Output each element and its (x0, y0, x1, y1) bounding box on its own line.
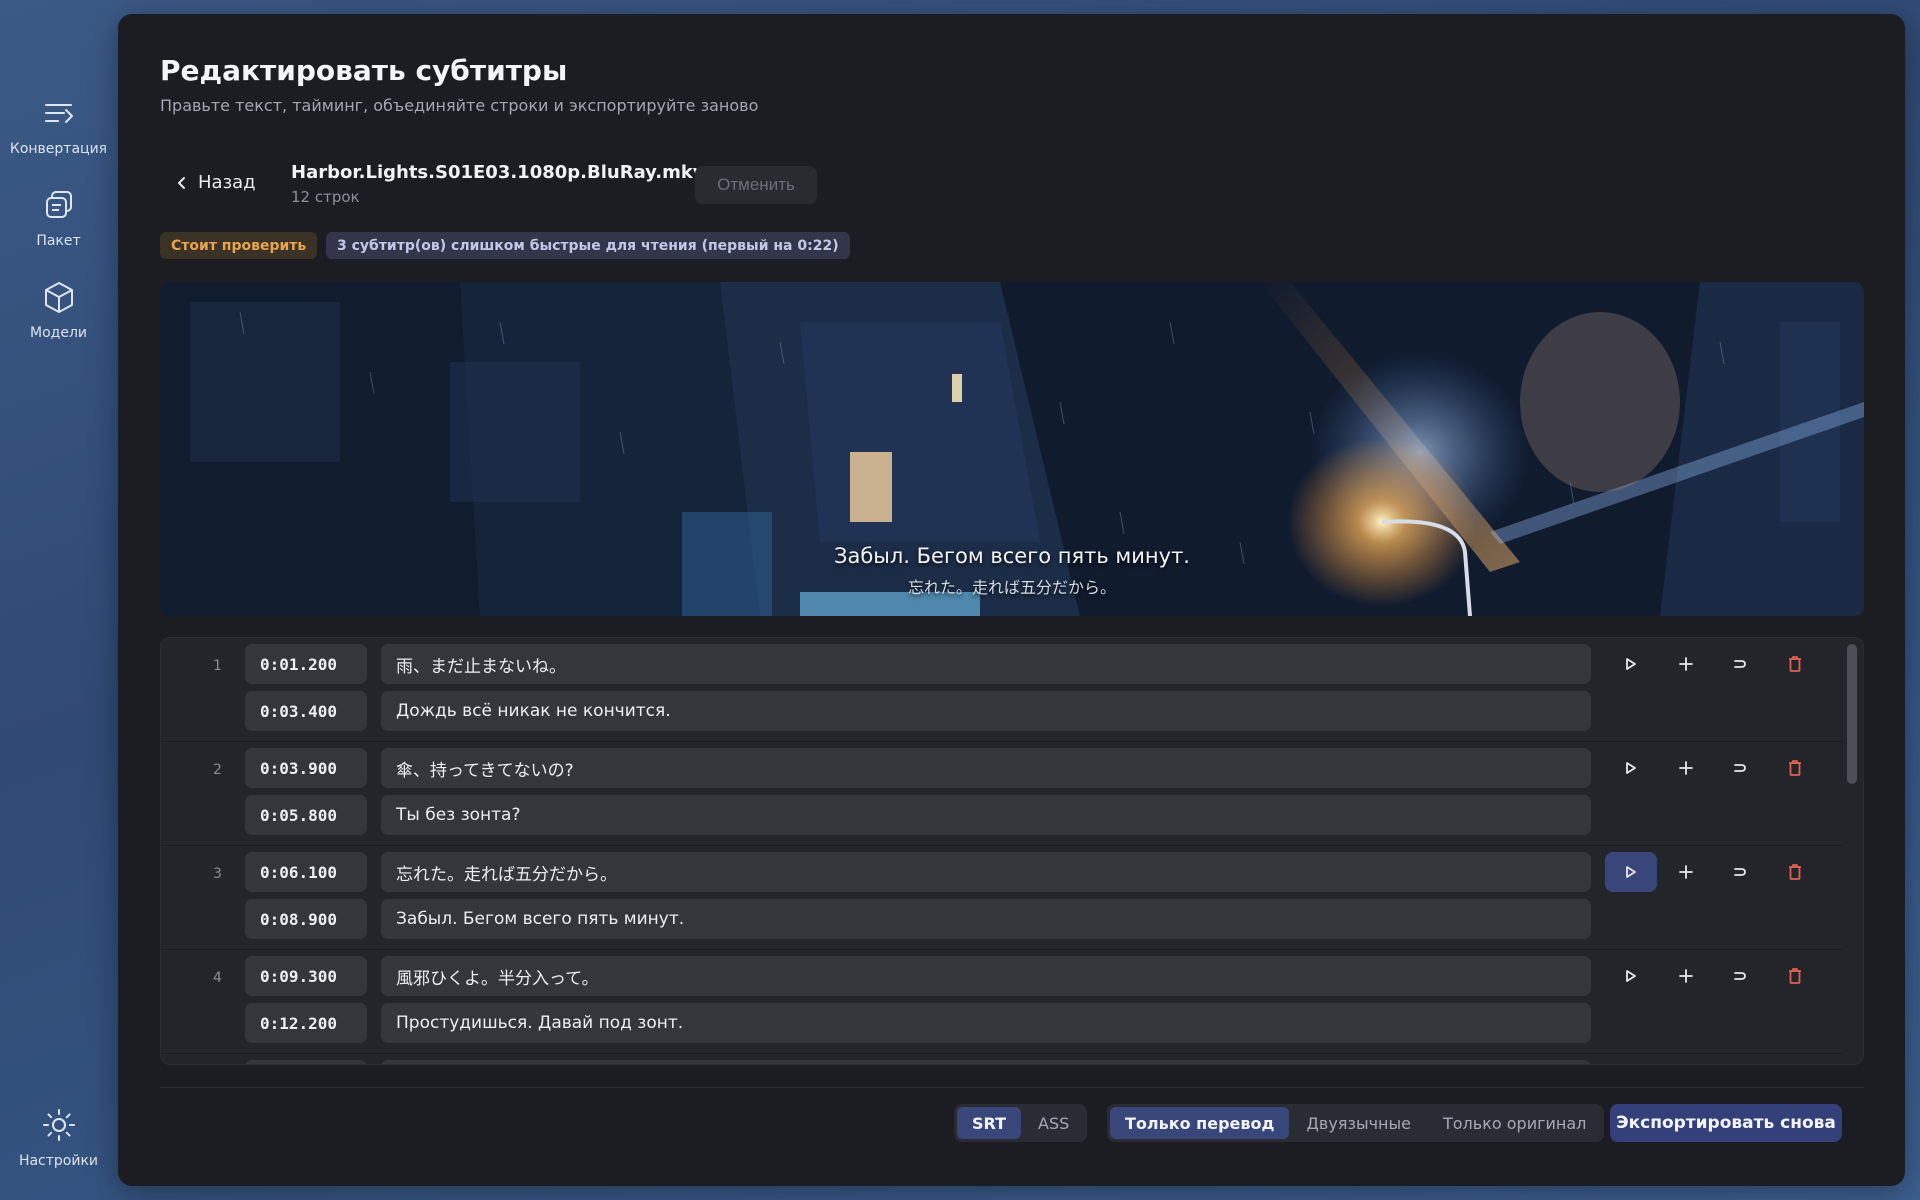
row-number: 3 (213, 866, 222, 882)
delete-row-button[interactable] (1769, 644, 1821, 684)
format-option-ass[interactable]: ASS (1023, 1107, 1084, 1139)
sidebar-item-label: Пакет (36, 233, 81, 249)
undo-button[interactable]: Отменить (695, 166, 817, 204)
merge-icon (1734, 764, 1746, 772)
convert-icon (44, 104, 73, 123)
original-text-input[interactable]: 傘、持ってきてないの? (381, 748, 1591, 788)
back-button[interactable]: Назад (176, 172, 256, 193)
merge-next-button[interactable] (1714, 956, 1766, 996)
sidebar-item-batch[interactable]: Пакет (0, 188, 117, 249)
preview-subtitle-translation: Забыл. Бегом всего пять минут. (834, 544, 1190, 568)
insert-row-button[interactable] (1660, 748, 1712, 788)
batch-icon (45, 191, 72, 218)
translation-text-input[interactable]: Дождь всё никак не кончится. (381, 691, 1591, 731)
translation-text-input[interactable]: Ты без зонта? (381, 795, 1591, 835)
sidebar-item-models[interactable]: Модели (0, 280, 117, 341)
play-icon (1626, 866, 1636, 878)
back-label: Назад (198, 172, 256, 193)
translation-text-input[interactable]: Простудишься. Давай под зонт. (381, 1003, 1591, 1043)
sidebar-item-convert[interactable]: Конвертация (0, 96, 117, 157)
sidebar-item-settings[interactable]: Настройки (0, 1108, 117, 1169)
translation-text-input[interactable]: Забыл. Бегом всего пять минут. (381, 899, 1591, 939)
page-subtitle: Правьте текст, тайминг, объединяйте стро… (160, 96, 759, 115)
play-icon (1626, 970, 1636, 982)
start-time-input[interactable]: 0:09.300 (245, 956, 367, 996)
subtitle-row: 1 0:01.200 0:03.400 雨、まだ止まないね。 Дождь всё… (161, 638, 1843, 742)
merge-next-button[interactable] (1714, 852, 1766, 892)
sidebar-item-label: Модели (30, 325, 87, 341)
merge-next-button[interactable] (1714, 644, 1766, 684)
divider (160, 1087, 1864, 1088)
plus-icon (1679, 865, 1693, 879)
play-button[interactable] (1605, 852, 1657, 892)
delete-row-button[interactable] (1769, 956, 1821, 996)
play-button[interactable] (1605, 748, 1657, 788)
delete-row-button[interactable] (1769, 748, 1821, 788)
plus-icon (1679, 657, 1693, 671)
reading-speed-warning: 3 субтитр(ов) слишком быстрые для чтения… (326, 232, 850, 259)
play-icon (1626, 658, 1636, 670)
row-number: 4 (213, 970, 222, 986)
mode-option-bilingual[interactable]: Двуязычные (1291, 1107, 1426, 1139)
row-number: 1 (213, 658, 222, 674)
subtitle-list: 1 0:01.200 0:03.400 雨、まだ止まないね。 Дождь всё… (160, 637, 1864, 1065)
mode-selector: Только перевод Двуязычные Только оригина… (1107, 1104, 1605, 1142)
plus-icon (1679, 761, 1693, 775)
insert-row-button[interactable] (1660, 956, 1712, 996)
trash-icon (1789, 656, 1801, 672)
start-time-input[interactable]: 0:06.100 (245, 852, 367, 892)
sidebar-item-label: Настройки (18, 1153, 99, 1169)
play-button[interactable] (1605, 644, 1657, 684)
original-text-input[interactable] (381, 1060, 1591, 1064)
end-time-input[interactable]: 0:03.400 (245, 691, 367, 731)
original-text-input[interactable]: 風邪ひくよ。半分入って。 (381, 956, 1591, 996)
merge-icon (1734, 972, 1746, 980)
merge-next-button[interactable] (1714, 748, 1766, 788)
play-button[interactable] (1605, 956, 1657, 996)
chevron-left-icon (178, 176, 185, 189)
export-again-button[interactable]: Экспортировать снова (1610, 1104, 1842, 1142)
trash-icon (1789, 760, 1801, 776)
video-preview[interactable]: Забыл. Бегом всего пять минут. 忘れた。走れば五分… (160, 282, 1864, 616)
end-time-input[interactable]: 0:05.800 (245, 795, 367, 835)
sidebar: Конвертация Пакет Модели Настройки (0, 0, 117, 1200)
merge-icon (1734, 868, 1746, 876)
scrollbar-thumb[interactable] (1847, 644, 1857, 784)
start-time-input[interactable] (245, 1060, 367, 1064)
insert-row-button[interactable] (1660, 852, 1712, 892)
cube-icon (44, 282, 73, 313)
editor-panel: Редактировать субтитры Правьте текст, та… (118, 14, 1905, 1186)
review-badge: Стоит проверить (160, 232, 318, 259)
start-time-input[interactable]: 0:03.900 (245, 748, 367, 788)
format-option-srt[interactable]: SRT (957, 1107, 1022, 1139)
trash-icon (1789, 968, 1801, 984)
start-time-input[interactable]: 0:01.200 (245, 644, 367, 684)
mode-option-original-only[interactable]: Только оригинал (1428, 1107, 1601, 1139)
row-number: 2 (213, 762, 222, 778)
play-icon (1626, 762, 1636, 774)
original-text-input[interactable]: 雨、まだ止まないね。 (381, 644, 1591, 684)
sidebar-item-label: Конвертация (9, 141, 108, 157)
page-title: Редактировать субтитры (160, 54, 568, 87)
plus-icon (1679, 969, 1693, 983)
end-time-input[interactable]: 0:12.200 (245, 1003, 367, 1043)
mode-option-translation-only[interactable]: Только перевод (1110, 1107, 1290, 1139)
subtitle-row: 3 0:06.100 0:08.900 忘れた。走れば五分だから。 Забыл.… (161, 846, 1843, 950)
subtitle-row-partial (161, 1054, 1843, 1064)
end-time-input[interactable]: 0:08.900 (245, 899, 367, 939)
original-text-input[interactable]: 忘れた。走れば五分だから。 (381, 852, 1591, 892)
line-count: 12 строк (291, 188, 360, 206)
file-name: Harbor.Lights.S01E03.1080p.BluRay.mkv (291, 162, 705, 183)
preview-subtitle-original: 忘れた。走れば五分だから。 (907, 578, 1116, 597)
subtitle-row: 2 0:03.900 0:05.800 傘、持ってきてないの? Ты без з… (161, 742, 1843, 846)
insert-row-button[interactable] (1660, 644, 1712, 684)
format-selector: SRT ASS (954, 1104, 1088, 1142)
subtitle-row: 4 0:09.300 0:12.200 風邪ひくよ。半分入って。 Простуд… (161, 950, 1843, 1054)
trash-icon (1789, 864, 1801, 880)
gear-icon (42, 1109, 75, 1141)
delete-row-button[interactable] (1769, 852, 1821, 892)
merge-icon (1734, 660, 1746, 668)
